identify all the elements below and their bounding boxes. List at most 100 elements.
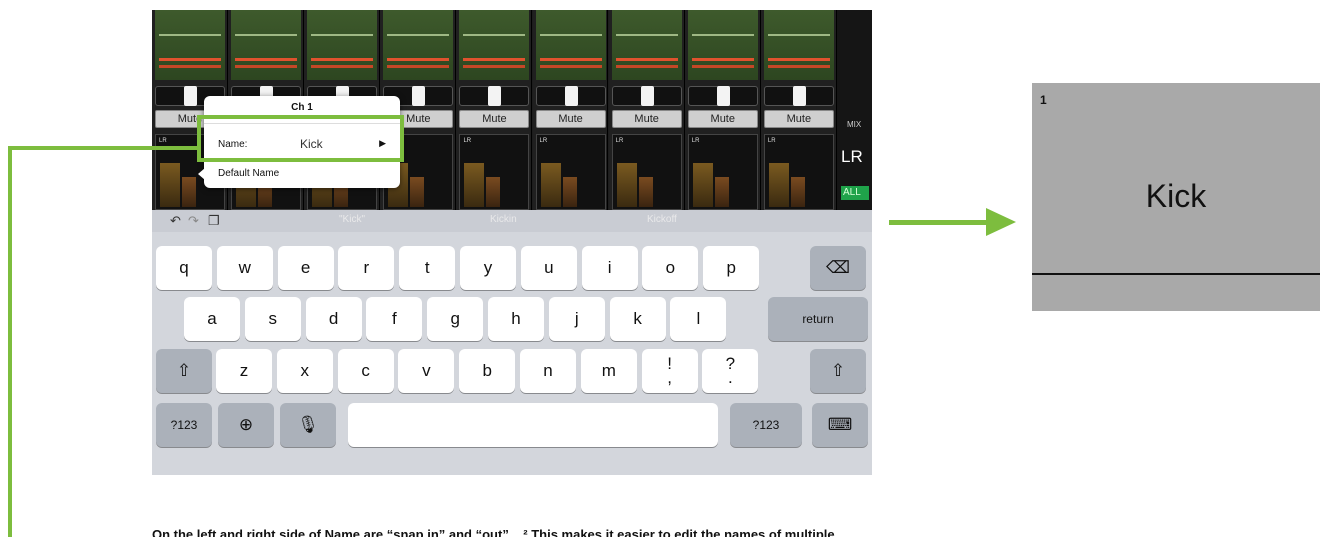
key-k[interactable]: k [609, 297, 666, 341]
meter-lr-label: LR [615, 138, 624, 144]
master-lr-label: LR [841, 147, 863, 166]
key-j[interactable]: j [548, 297, 605, 341]
key-r[interactable]: r [338, 246, 395, 290]
key-s[interactable]: s [244, 297, 301, 341]
zoom-channel-number: 1 [1040, 93, 1047, 107]
channel-strip: Mute LR [456, 10, 533, 210]
channel-display[interactable] [611, 10, 682, 80]
key-?[interactable]: ? . [702, 349, 759, 393]
channel-meter: LR [763, 134, 834, 210]
key-y[interactable]: y [460, 246, 516, 290]
shift-icon[interactable]: ⇧ [810, 349, 866, 393]
fader-knob[interactable] [640, 86, 654, 106]
key-v[interactable]: v [398, 349, 455, 393]
channel-display[interactable] [307, 10, 378, 80]
channel-display[interactable] [155, 10, 225, 80]
onscreen-keyboard: ↶ ↷ ❐ "Kick" Kickin Kickoff q w e r t y u i o p ⌫ a… [152, 210, 872, 475]
meter-lr-label: LR [463, 138, 472, 144]
channel-fader[interactable] [611, 86, 682, 106]
key-c[interactable]: c [337, 349, 394, 393]
meter-lr-label: LR [539, 138, 548, 144]
channel-fader[interactable] [763, 86, 834, 106]
channel-strip: Mute LR [760, 10, 837, 210]
channel-strip: Mute LR [684, 10, 761, 210]
default-name-option[interactable]: Default Name [218, 168, 279, 179]
mute-button[interactable]: Mute [611, 110, 682, 128]
mute-button[interactable]: Mute [763, 110, 834, 128]
key-n[interactable]: n [520, 349, 576, 393]
channel-meter: LR [611, 134, 682, 210]
key-q[interactable]: q [156, 246, 212, 290]
key-b[interactable]: b [459, 349, 516, 393]
key-h[interactable]: h [488, 297, 544, 341]
key-![interactable]: ! , [641, 349, 698, 393]
fader-knob[interactable] [412, 86, 426, 106]
fader-knob[interactable] [792, 86, 806, 106]
caption-text: On the left and right side of Name are “… [152, 527, 835, 537]
mute-button[interactable]: Mute [687, 110, 758, 128]
undo-icon[interactable]: ↶ [170, 213, 181, 229]
callout-line-horizontal [8, 146, 197, 150]
key-o[interactable]: o [642, 246, 699, 290]
key-w[interactable]: w [216, 246, 273, 290]
stage: MuteLRMuteLRMuteLRMuteLRMuteLRMuteLRMute… [0, 0, 1320, 537]
fader-knob[interactable] [184, 86, 197, 106]
key-a[interactable]: a [184, 297, 240, 341]
key-p[interactable]: p [703, 246, 760, 290]
channel-fader[interactable] [535, 86, 606, 106]
all-badge[interactable]: ALL [841, 186, 869, 200]
arrow-shaft [889, 220, 989, 225]
key-g[interactable]: g [427, 297, 484, 341]
key-z[interactable]: z [216, 349, 272, 393]
mute-button[interactable]: Mute [535, 110, 606, 128]
paste-icon[interactable]: ❐ [208, 213, 220, 229]
mute-button[interactable]: Mute [459, 110, 530, 128]
key-l[interactable]: l [670, 297, 727, 341]
channel-display[interactable] [687, 10, 758, 80]
meter-lr-label: LR [767, 138, 776, 144]
key-x[interactable]: x [276, 349, 333, 393]
numbers-key[interactable]: ?123 [156, 403, 212, 447]
shift-icon[interactable]: ⇧ [156, 349, 212, 393]
globe-icon[interactable]: ⊕ [218, 403, 274, 447]
delete-icon[interactable]: ⌫ [810, 246, 866, 290]
mix-master-strip: MIX LR ALL [837, 10, 872, 210]
channel-fader[interactable] [687, 86, 758, 106]
channel-strip: Mute LR [532, 10, 609, 210]
name-field-highlight [197, 115, 404, 162]
suggestion-bar: ↶ ↷ ❐ "Kick" Kickin Kickoff [152, 210, 872, 232]
channel-meter: LR [535, 134, 606, 210]
key-e[interactable]: e [277, 246, 334, 290]
channel-display[interactable] [763, 10, 834, 80]
channel-display[interactable] [383, 10, 454, 80]
channel-meter: LR [459, 134, 530, 210]
microphone-icon[interactable]: 🎙 [280, 403, 336, 447]
redo-icon[interactable]: ↷ [188, 213, 199, 229]
channel-name-zoom: 1 Kick [1032, 83, 1320, 311]
fader-knob[interactable] [716, 86, 730, 106]
key-i[interactable]: i [581, 246, 638, 290]
suggestion-3[interactable]: Kickoff [647, 214, 677, 225]
mix-label: MIX [847, 120, 862, 129]
key-m[interactable]: m [580, 349, 637, 393]
space-bar[interactable] [348, 403, 718, 447]
fader-knob[interactable] [488, 86, 502, 106]
key-d[interactable]: d [305, 297, 362, 341]
channel-display[interactable] [535, 10, 606, 80]
fader-knob[interactable] [564, 86, 578, 106]
suggestion-2[interactable]: Kickin [490, 214, 517, 225]
return-key[interactable]: return [768, 297, 868, 341]
callout-line-vertical [8, 146, 12, 537]
key-f[interactable]: f [366, 297, 423, 341]
channel-display[interactable] [459, 10, 530, 80]
key-t[interactable]: t [399, 246, 456, 290]
popup-caret [198, 168, 205, 180]
channel-fader[interactable] [459, 86, 530, 106]
key-u[interactable]: u [520, 246, 577, 290]
channel-display[interactable] [231, 10, 302, 80]
keyboard-dismiss-icon[interactable]: ⌨ [812, 403, 868, 447]
ipad-screenshot: MuteLRMuteLRMuteLRMuteLRMuteLRMuteLRMute… [152, 10, 872, 475]
meter-lr-label: LR [159, 138, 167, 144]
numbers-key[interactable]: ?123 [730, 403, 802, 447]
suggestion-1[interactable]: "Kick" [339, 214, 365, 225]
